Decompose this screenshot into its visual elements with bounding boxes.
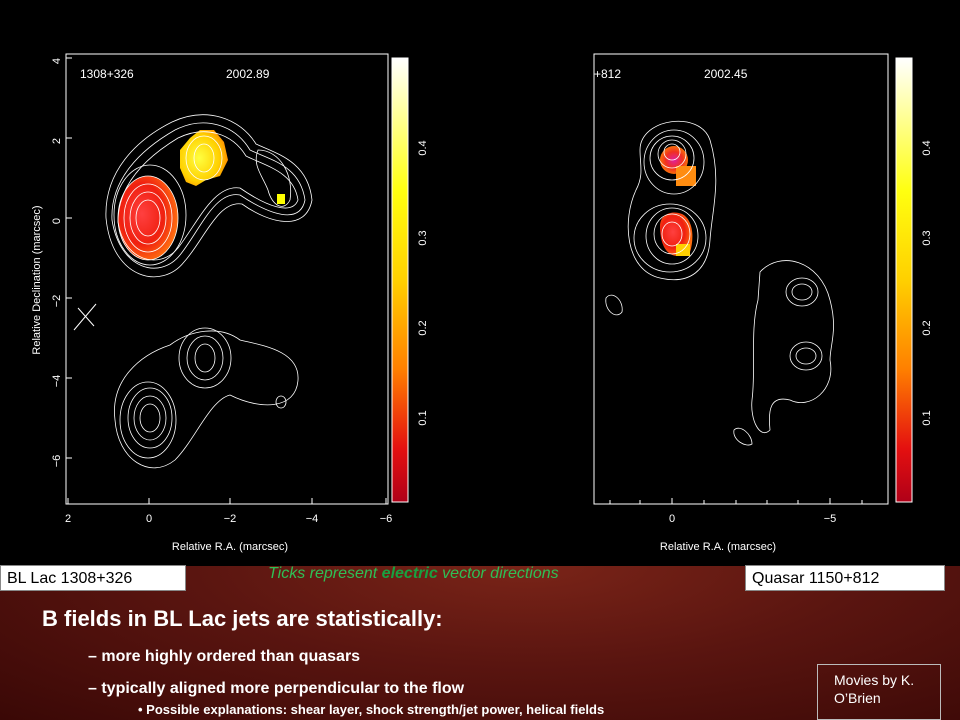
sub-bullet: • Possible explanations: shear layer, sh…: [138, 702, 605, 717]
right-xtick-0: 0: [669, 513, 675, 525]
left-map-frame: [65, 53, 389, 505]
right-contours: [605, 120, 834, 446]
right-map-epoch: 2002.45: [704, 67, 748, 81]
left-xtick-m6: −6: [380, 513, 393, 525]
right-map-frame: [593, 53, 889, 505]
left-colorbar: [391, 57, 409, 503]
bullet-1: – more highly ordered than quasars: [88, 648, 361, 665]
right-colorbar: [895, 57, 913, 503]
left-xtick-2: 2: [65, 513, 71, 525]
left-ytick-m4: −4: [51, 375, 63, 388]
caption-emphasis: electric: [381, 565, 438, 582]
right-xtick-m5: −5: [824, 513, 837, 525]
caption-before: Ticks represent: [268, 565, 382, 582]
left-map: 1308+326 2002.89 4 2 0 −2 −4 −6 2 0 −2 −…: [31, 53, 429, 553]
left-y-axis-label: Relative Declination (marcsec): [31, 205, 43, 354]
left-beam-cross: [73, 303, 97, 331]
left-source-label: BL Lac 1308+326: [0, 565, 186, 591]
vlbi-maps: 1308+326 2002.89 4 2 0 −2 −4 −6 2 0 −2 −…: [31, 53, 933, 553]
right-cbar-tick-02: 0.2: [921, 320, 933, 335]
left-outer-polarization: [277, 194, 285, 204]
left-ytick-2: 2: [51, 138, 63, 144]
left-xtick-m4: −4: [306, 513, 319, 525]
left-cbar-tick-02: 0.2: [417, 320, 429, 335]
left-xtick-0: 0: [146, 513, 152, 525]
figure-area: 1308+326 2002.89 4 2 0 −2 −4 −6 2 0 −2 −…: [0, 0, 960, 566]
left-cbar-tick-04: 0.4: [417, 140, 429, 155]
left-map-source: 1308+326: [80, 67, 134, 81]
right-map-source: +812: [594, 67, 621, 81]
right-core-tail: [676, 166, 696, 186]
left-ytick-m6: −6: [51, 455, 63, 468]
right-source-label: Quasar 1150+812: [745, 565, 945, 591]
left-ytick-4: 4: [51, 58, 63, 64]
caption: Ticks represent electric vector directio…: [268, 565, 559, 583]
slide-heading: B fields in BL Lac jets are statisticall…: [42, 606, 443, 631]
right-cbar-tick-04: 0.4: [921, 140, 933, 155]
left-cbar-tick-03: 0.3: [417, 230, 429, 245]
right-cbar-tick-01: 0.1: [921, 410, 933, 425]
left-knot-polarization: [180, 130, 228, 186]
left-ytick-m2: −2: [51, 295, 63, 308]
left-x-axis-label: Relative R.A. (marcsec): [172, 541, 288, 553]
left-ytick-0: 0: [51, 218, 63, 224]
left-cbar-tick-01: 0.1: [417, 410, 429, 425]
right-map: +812 2002.45 0 −5 Relative R.A. (marcsec…: [593, 53, 933, 553]
caption-after: vector directions: [437, 565, 559, 582]
left-xtick-m2: −2: [224, 513, 237, 525]
credit-box: Movies by K. O’Brien: [817, 664, 941, 720]
right-x-axis-label: Relative R.A. (marcsec): [660, 541, 776, 553]
left-map-epoch: 2002.89: [226, 67, 270, 81]
right-cbar-tick-03: 0.3: [921, 230, 933, 245]
bullet-2: – typically aligned more perpendicular t…: [88, 680, 465, 697]
